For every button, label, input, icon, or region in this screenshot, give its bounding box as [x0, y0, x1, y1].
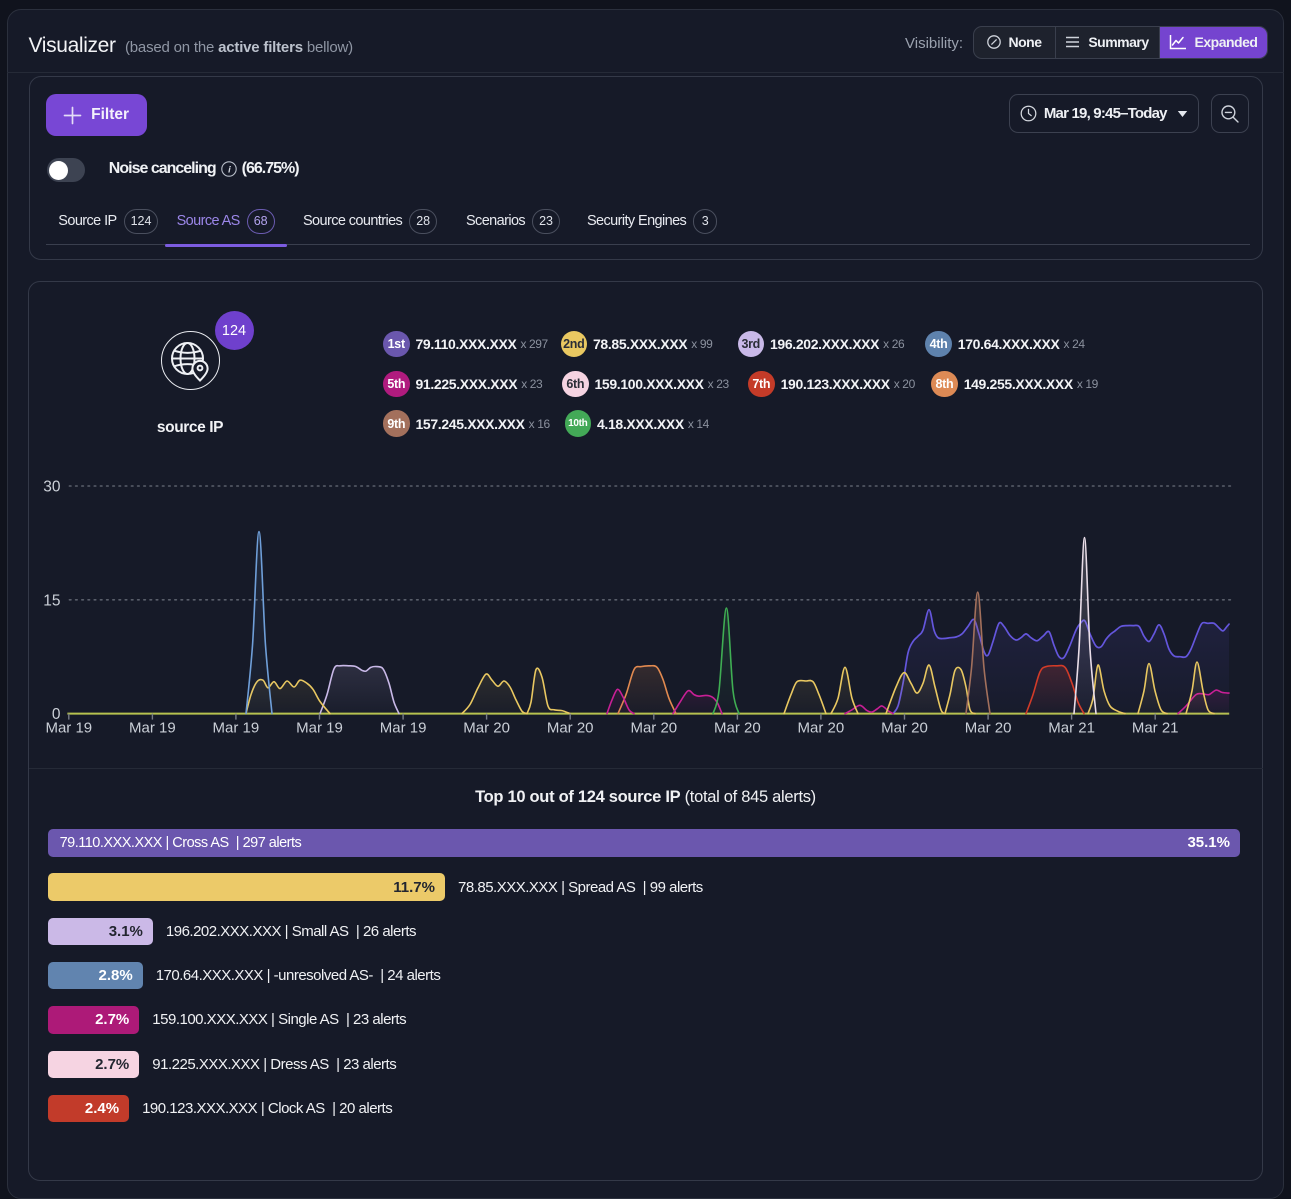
svg-text:Mar 20: Mar 20 — [798, 720, 845, 737]
svg-text:0: 0 — [52, 706, 61, 723]
svg-text:Mar 20: Mar 20 — [714, 720, 761, 737]
svg-text:Mar 20: Mar 20 — [881, 720, 928, 737]
svg-text:Mar 19: Mar 19 — [213, 720, 260, 737]
svg-text:15: 15 — [43, 592, 60, 609]
svg-text:Mar 20: Mar 20 — [547, 720, 594, 737]
svg-text:Mar 19: Mar 19 — [296, 720, 343, 737]
svg-text:Mar 20: Mar 20 — [630, 720, 677, 737]
svg-text:i: i — [228, 165, 231, 176]
svg-text:30: 30 — [43, 479, 61, 496]
svg-text:Mar 21: Mar 21 — [1048, 720, 1095, 737]
svg-text:Mar 19: Mar 19 — [380, 720, 427, 737]
svg-text:Mar 21: Mar 21 — [1132, 720, 1179, 737]
svg-text:Mar 20: Mar 20 — [463, 720, 510, 737]
svg-text:Mar 20: Mar 20 — [965, 720, 1012, 737]
svg-text:Mar 19: Mar 19 — [129, 720, 176, 737]
